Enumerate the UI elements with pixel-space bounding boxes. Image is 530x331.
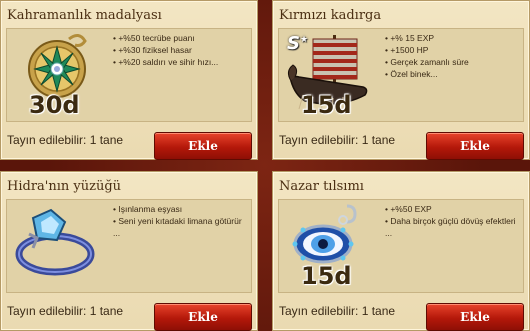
item-details: S★ 15d +% 15 EXP +1500 HP Gerçek zamanlı…: [278, 28, 524, 122]
effects-list: +%50 EXP Daha birçok güçlü dövüş efektle…: [385, 203, 519, 239]
duration-badge: 30d: [29, 91, 80, 119]
item-details: Işınlanma eşyası Seni yeni kıtadaki lima…: [6, 199, 252, 293]
effect-item: Daha birçok güçlü dövüş efektleri: [385, 215, 519, 227]
add-button[interactable]: Ekle: [154, 132, 252, 160]
effect-item: Işınlanma eşyası: [113, 203, 247, 215]
effect-item: Özel binek...: [385, 68, 519, 80]
duration-badge: 15d: [301, 262, 352, 290]
medal-icon: 30d: [7, 29, 105, 121]
effect-item: +1500 HP: [385, 44, 519, 56]
effect-item: +%50 tecrübe puanı: [113, 32, 247, 44]
item-card-hydra-ring: Hidra'nın yüzüğü Işınlanma eşyası Seni y…: [0, 171, 258, 331]
add-button[interactable]: Ekle: [426, 132, 524, 160]
add-button[interactable]: Ekle: [426, 303, 524, 331]
star-icon: ★: [299, 35, 309, 45]
effects-list: +% 15 EXP +1500 HP Gerçek zamanlı süre Ö…: [385, 32, 519, 80]
add-button[interactable]: Ekle: [154, 303, 252, 331]
assignable-count: Tayın edilebilir: 1 tane: [7, 304, 124, 318]
item-title: Kırmızı kadırga: [279, 8, 382, 23]
item-title: Hidra'nın yüzüğü: [7, 179, 122, 194]
item-details: 15d +%50 EXP Daha birçok güçlü dövüş efe…: [278, 199, 524, 293]
effect-item: Gerçek zamanlı süre: [385, 56, 519, 68]
item-card-evil-eye-amulet: Nazar tılsımı 15d +%50 EXP Daha birçok g…: [272, 171, 530, 331]
effect-item: +% 15 EXP: [385, 32, 519, 44]
rank-badge: S★: [287, 33, 308, 54]
effect-item: ...: [113, 228, 121, 238]
effects-list: +%50 tecrübe puanı +%30 fiziksel hasar +…: [113, 32, 247, 68]
effect-item: +%50 EXP: [385, 203, 519, 215]
assignable-count: Tayın edilebilir: 1 tane: [279, 304, 396, 318]
assignable-count: Tayın edilebilir: 1 tane: [279, 133, 396, 147]
item-details: 30d +%50 tecrübe puanı +%30 fiziksel has…: [6, 28, 252, 122]
item-card-red-galley: Kırmızı kadırga S★ 15d • +% 15 EXP • +15…: [272, 0, 530, 160]
effect-item: +%20 saldırı ve sihir hızı...: [113, 56, 247, 68]
effects-list: Işınlanma eşyası Seni yeni kıtadaki lima…: [113, 203, 247, 239]
effect-item: Seni yeni kıtadaki limana götürür: [113, 215, 247, 227]
rank-letter: S: [287, 33, 300, 54]
ship-icon: S★ 15d: [279, 29, 377, 121]
effect-item: +%30 fiziksel hasar: [113, 44, 247, 56]
item-title: Nazar tılsımı: [279, 179, 364, 194]
item-title: Kahramanlık madalyası: [7, 8, 162, 23]
assignable-count: Tayın edilebilir: 1 tane: [7, 133, 124, 147]
item-card-heroism-medal: Kahramanlık madalyası 30d • +%50 tecrübe…: [0, 0, 258, 160]
ring-icon: [7, 200, 105, 292]
duration-badge: 15d: [301, 91, 352, 119]
effect-item: ...: [385, 228, 393, 238]
amulet-icon: 15d: [279, 200, 377, 292]
